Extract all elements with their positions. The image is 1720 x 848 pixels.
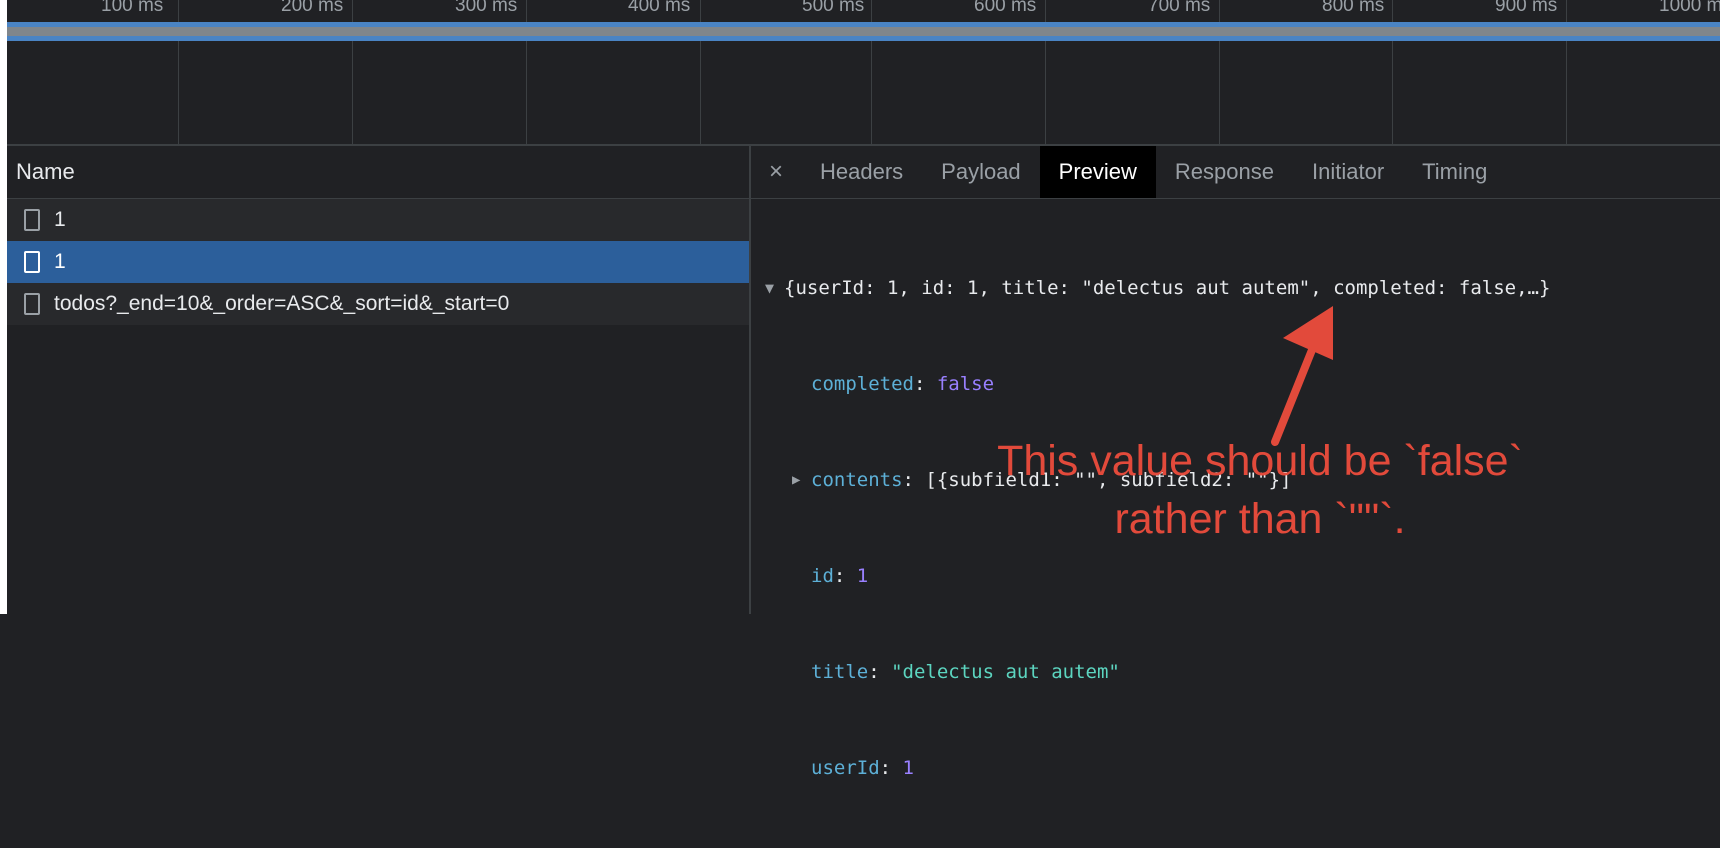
json-property: userId: 1 (765, 752, 1550, 784)
json-key: userId (811, 757, 880, 779)
annotation-line: rather than `""`. (1114, 495, 1406, 543)
json-value: 1 (902, 757, 914, 779)
json-key: title (811, 661, 869, 683)
json-property: title: "delectus aut autem" (765, 656, 1550, 688)
annotation-text: This value should be `false` rather than… (940, 432, 1580, 548)
annotation-line: This value should be `false` (997, 437, 1523, 485)
json-value: "delectus aut autem" (891, 661, 1120, 683)
